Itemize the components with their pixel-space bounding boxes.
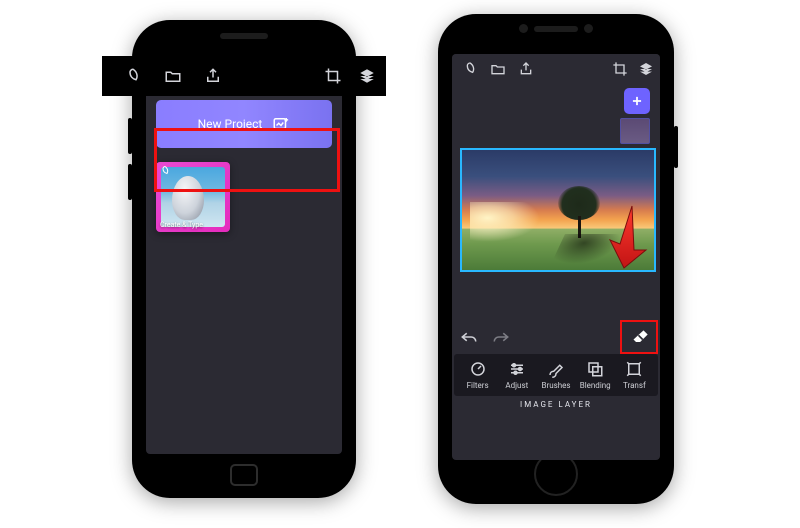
add-layer-button[interactable] (624, 88, 650, 114)
eraser-highlight (620, 320, 658, 354)
left-phone-volume-down (128, 164, 132, 200)
canvas-sunglow (470, 202, 540, 242)
left-phone-volume-up (128, 118, 132, 154)
leaf-icon[interactable] (462, 61, 478, 77)
tool-label: Blending (580, 381, 611, 390)
leaf-icon[interactable] (124, 67, 142, 85)
share-icon[interactable] (518, 61, 534, 77)
tool-label: Transf (623, 381, 646, 390)
right-phone-power (674, 126, 678, 168)
sliders-icon (508, 360, 526, 378)
folder-icon[interactable] (490, 61, 506, 77)
right-screen: Filters Adjust Brushes Blending Transf (452, 54, 660, 460)
left-screen: Projects New Project Create & Type (146, 60, 342, 454)
tool-label: Adjust (505, 381, 528, 390)
right-phone-body: Filters Adjust Brushes Blending Transf (438, 14, 674, 504)
tools-bar: Filters Adjust Brushes Blending Transf (454, 354, 658, 396)
canvas-area (456, 86, 656, 318)
right-phone-notch (519, 24, 593, 33)
tool-blending[interactable]: Blending (576, 360, 615, 390)
overlap-icon (586, 360, 604, 378)
transform-icon (625, 360, 643, 378)
crop-icon[interactable] (612, 61, 628, 77)
folder-icon[interactable] (164, 67, 182, 85)
canvas-tree (554, 186, 604, 238)
crop-icon[interactable] (324, 67, 342, 85)
tool-adjust[interactable]: Adjust (497, 360, 536, 390)
layer-thumbnail[interactable] (620, 118, 650, 144)
redo-icon[interactable] (492, 330, 510, 344)
tool-label: Brushes (542, 381, 571, 390)
layers-icon[interactable] (358, 67, 376, 85)
editor-canvas[interactable] (460, 148, 656, 272)
editor-toolbar (452, 54, 660, 84)
dial-icon (469, 360, 487, 378)
projects-body: New Project Create & Type (146, 92, 342, 240)
tool-label: Filters (467, 381, 489, 390)
share-icon[interactable] (204, 67, 222, 85)
undo-icon[interactable] (460, 330, 478, 344)
tool-transform[interactable]: Transf (615, 360, 654, 390)
project-thumb-title: Create & Type (160, 221, 203, 229)
new-project-highlight (154, 128, 340, 192)
layers-icon[interactable] (638, 61, 654, 77)
left-phone-home-button[interactable] (230, 464, 258, 486)
undo-redo-row (452, 322, 660, 352)
left-phone-speaker (220, 33, 268, 39)
external-toolbar (102, 56, 386, 96)
tool-filters[interactable]: Filters (458, 360, 497, 390)
tool-brushes[interactable]: Brushes (536, 360, 575, 390)
image-layer-label: IMAGE LAYER (452, 400, 660, 409)
brush-icon (547, 360, 565, 378)
